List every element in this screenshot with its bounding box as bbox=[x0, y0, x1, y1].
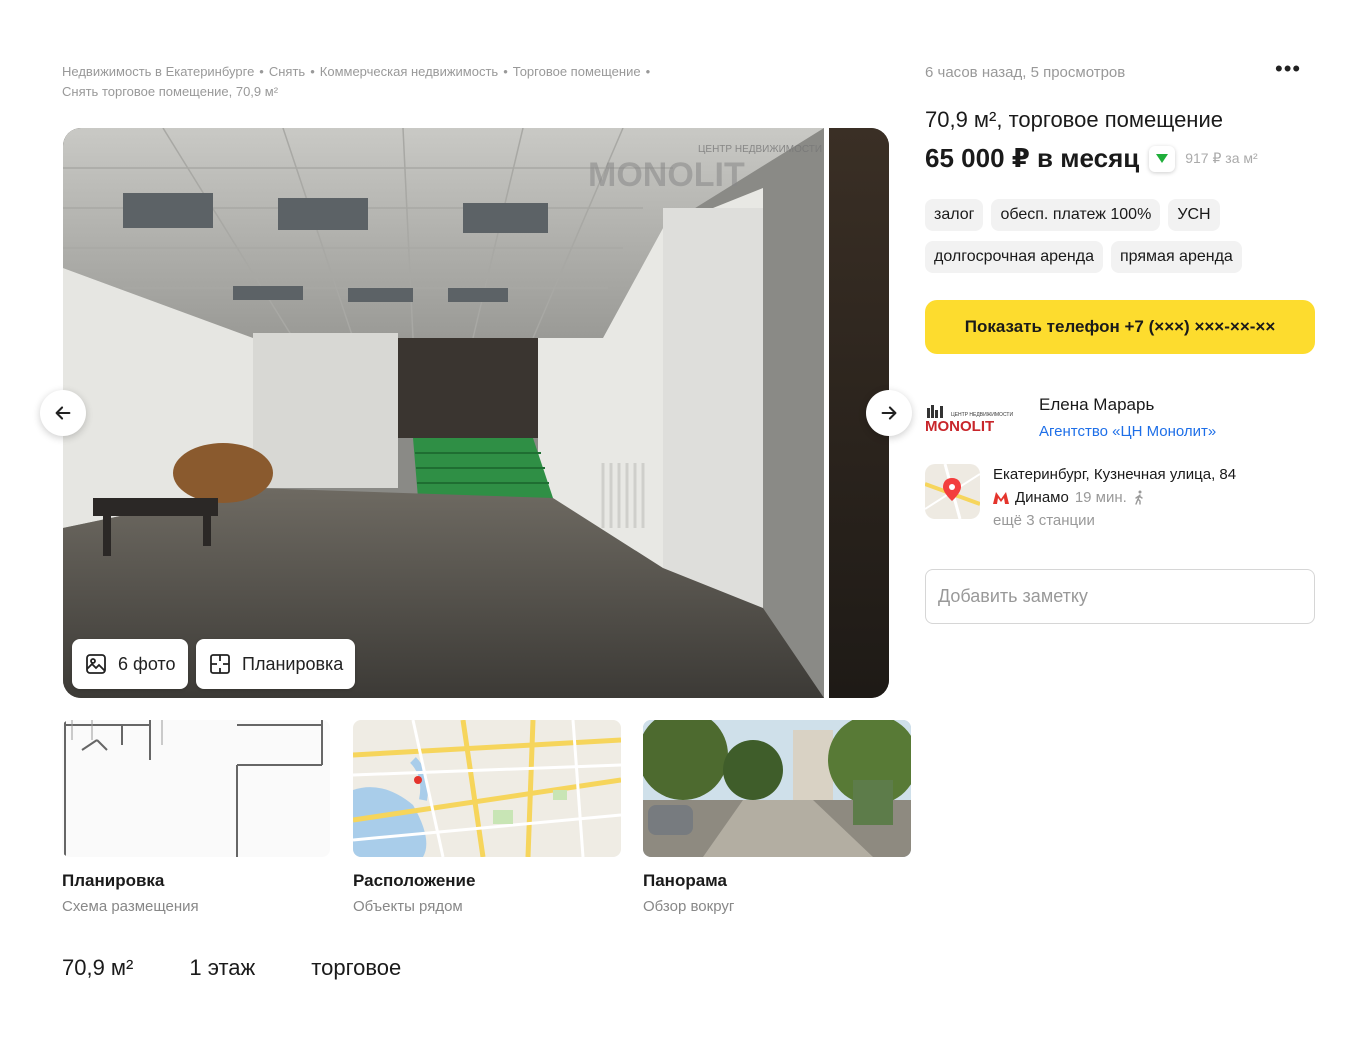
thumb-title-panorama: Панорама bbox=[643, 871, 727, 890]
tag: прямая аренда bbox=[1111, 241, 1242, 273]
fact-type: торговое bbox=[311, 955, 402, 980]
price-per-meter: 917 ₽ за м² bbox=[1185, 150, 1258, 166]
photos-count-button[interactable]: 6 фото bbox=[72, 639, 188, 689]
fact-area: 70,9 м² bbox=[62, 955, 134, 980]
metro-name: Динамо bbox=[1015, 489, 1069, 506]
watermark: MONOLIT bbox=[588, 156, 745, 194]
tag: залог bbox=[925, 199, 984, 231]
key-facts: 70,9 м² 1 этаж торговое bbox=[62, 955, 401, 981]
agency-logo[interactable]: ЦЕНТР НЕДВИЖИМОСТИ MONOLIT bbox=[925, 404, 1025, 434]
address: Екатеринбург, Кузнечная улица, 84 bbox=[993, 466, 1237, 483]
thumb-subtitle-panorama: Обзор вокруг bbox=[643, 898, 735, 915]
listing-title: 70,9 м², торговое помещение bbox=[925, 107, 1223, 132]
thumb-subtitle-location: Объекты рядом bbox=[353, 898, 463, 915]
map-preview-icon[interactable] bbox=[925, 464, 980, 519]
thumb-title-plan: Планировка bbox=[62, 871, 165, 890]
breadcrumb-item-rent[interactable]: Снять bbox=[269, 64, 305, 79]
price-history-button[interactable] bbox=[1149, 145, 1176, 172]
floor-plan-label: Планировка bbox=[242, 653, 344, 674]
breadcrumb-item-current[interactable]: Снять торговое помещение, 70,9 м² bbox=[62, 84, 278, 99]
agency-link[interactable]: Агентство «ЦН Монолит» bbox=[1039, 423, 1216, 440]
tag: обесп. платеж 100% bbox=[991, 199, 1161, 231]
walking-icon bbox=[1135, 490, 1143, 505]
image-icon bbox=[86, 654, 106, 674]
tag: УСН bbox=[1168, 199, 1220, 231]
breadcrumb-separator: • bbox=[645, 64, 651, 79]
more-options-button[interactable]: ••• bbox=[1275, 56, 1301, 82]
breadcrumb-item-commercial[interactable]: Коммерческая недвижимость bbox=[320, 64, 498, 79]
thumb-title-location: Расположение bbox=[353, 871, 476, 890]
breadcrumb-separator: • bbox=[310, 64, 315, 79]
breadcrumb-item-realty[interactable]: Недвижимость в Екатеринбурге bbox=[62, 64, 254, 79]
prev-photo-button[interactable] bbox=[40, 390, 86, 436]
more-stations-link[interactable]: ещё 3 станции bbox=[993, 512, 1095, 529]
metro-station: Динамо 19 мин. bbox=[993, 489, 1145, 506]
price-down-icon bbox=[1156, 153, 1169, 163]
agency-logo-text: MONOLIT bbox=[925, 418, 994, 434]
next-photo-button[interactable] bbox=[866, 390, 912, 436]
floor-plan-icon bbox=[210, 654, 230, 674]
arrow-right-icon bbox=[881, 406, 897, 420]
map-thumbnail[interactable] bbox=[353, 720, 621, 857]
tag: долгосрочная аренда bbox=[925, 241, 1103, 273]
metro-icon bbox=[993, 491, 1009, 504]
breadcrumb-separator: • bbox=[503, 64, 508, 79]
tags-list: залог обесп. платеж 100% УСН долгосрочна… bbox=[925, 199, 1315, 273]
metro-time: 19 мин. bbox=[1074, 489, 1127, 506]
watermark-small: ЦЕНТР НЕДВИЖИМОСТИ bbox=[698, 144, 822, 155]
photo-gallery[interactable]: ЦЕНТР НЕДВИЖИМОСТИ MONOLIT 6 фото Планир… bbox=[63, 128, 889, 698]
add-note-input[interactable] bbox=[925, 569, 1315, 624]
main-photo[interactable]: ЦЕНТР НЕДВИЖИМОСТИ MONOLIT bbox=[63, 128, 824, 698]
agent-name[interactable]: Елена Марарь bbox=[1039, 395, 1154, 415]
price-row: 65 000 ₽ в месяц 917 ₽ за м² bbox=[925, 143, 1258, 174]
fact-floor: 1 этаж bbox=[189, 955, 256, 980]
listing-meta: 6 часов назад, 5 просмотров bbox=[925, 64, 1126, 81]
thumb-subtitle-plan: Схема размещения bbox=[62, 898, 199, 915]
breadcrumb-separator: • bbox=[259, 64, 264, 79]
panorama-thumbnail[interactable] bbox=[643, 720, 911, 857]
show-phone-button[interactable]: Показать телефон +7 (×××) ×××-××-×× bbox=[925, 300, 1315, 354]
breadcrumb: Недвижимость в Екатеринбурге • Снять • Комме… bbox=[62, 62, 742, 102]
floor-plan-thumbnail[interactable] bbox=[62, 720, 330, 857]
breadcrumb-item-retail[interactable]: Торговое помещение bbox=[513, 64, 641, 79]
arrow-left-icon bbox=[55, 406, 71, 420]
photos-count-label: 6 фото bbox=[118, 653, 176, 674]
price: 65 000 ₽ в месяц bbox=[925, 143, 1140, 173]
floor-plan-button[interactable]: Планировка bbox=[196, 639, 356, 689]
